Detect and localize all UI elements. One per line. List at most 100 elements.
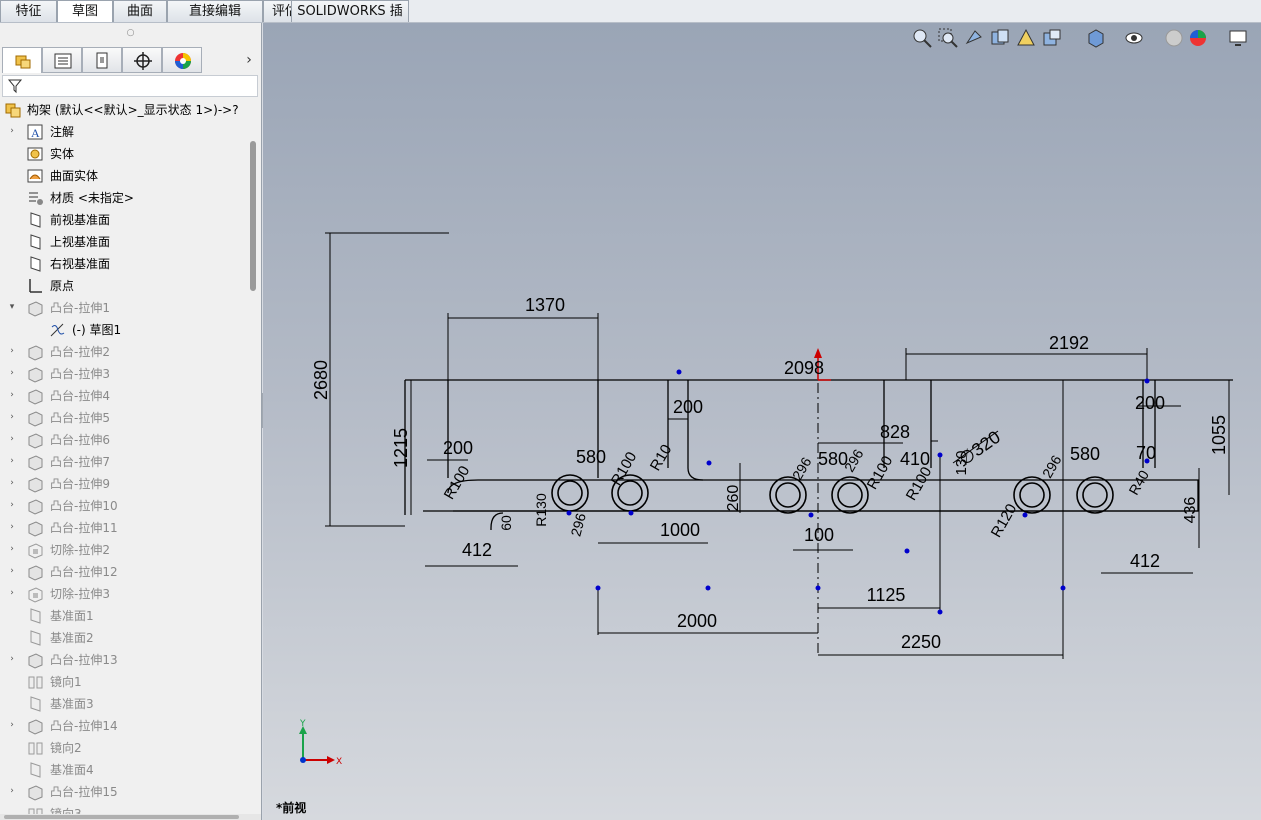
tree-item[interactable]: 基准面2 bbox=[0, 627, 245, 649]
tree-item[interactable]: › 切除-拉伸3 bbox=[0, 583, 245, 605]
dim-r40[interactable]: R40 bbox=[1125, 467, 1152, 497]
dim-r120[interactable]: R120 bbox=[988, 501, 1021, 541]
previous-view-icon[interactable] bbox=[963, 27, 985, 49]
dim-2192[interactable]: 2192 bbox=[1049, 333, 1089, 353]
tree-item[interactable]: › 切除-拉伸2 bbox=[0, 539, 245, 561]
dim-296-a[interactable]: 296 bbox=[567, 511, 589, 538]
tree-item[interactable]: (-) 草图1 bbox=[0, 319, 245, 341]
dimxpert-manager-tab[interactable] bbox=[122, 47, 162, 73]
zoom-area-icon[interactable] bbox=[937, 27, 959, 49]
tree-item[interactable]: ▾ 凸台-拉伸1 bbox=[0, 297, 245, 319]
expand-arrow-icon[interactable]: › bbox=[6, 345, 18, 357]
tree-item[interactable]: › 凸台-拉伸7 bbox=[0, 451, 245, 473]
tab-features[interactable]: 特征 bbox=[0, 0, 57, 22]
dim-580-left[interactable]: 580 bbox=[576, 447, 606, 467]
dim-60[interactable]: 60 bbox=[498, 515, 514, 531]
tree-item[interactable]: › 凸台-拉伸15 bbox=[0, 781, 245, 803]
dim-436[interactable]: 436 bbox=[1182, 497, 1199, 524]
tree-item[interactable]: › 凸台-拉伸12 bbox=[0, 561, 245, 583]
dynamic-annotation-icon[interactable] bbox=[1015, 27, 1037, 49]
dim-2680[interactable]: 2680 bbox=[311, 360, 331, 400]
tree-item[interactable]: › 凸台-拉伸2 bbox=[0, 341, 245, 363]
dim-1125[interactable]: 1125 bbox=[867, 585, 906, 605]
tree-item[interactable]: 镜向2 bbox=[0, 737, 245, 759]
dim-200-left[interactable]: 200 bbox=[443, 438, 473, 458]
tab-sketch[interactable]: 草图 bbox=[57, 0, 113, 22]
tree-scroll-thumb[interactable] bbox=[250, 141, 256, 291]
tree-item[interactable]: 材质 <未指定> bbox=[0, 187, 245, 209]
dim-r10[interactable]: R10 bbox=[647, 442, 675, 474]
expand-arrow-icon[interactable]: › bbox=[6, 125, 18, 137]
expand-arrow-icon[interactable]: › bbox=[6, 565, 18, 577]
expand-arrow-icon[interactable]: › bbox=[6, 543, 18, 555]
dim-2098[interactable]: 2098 bbox=[784, 358, 824, 378]
panel-grip[interactable]: ○ bbox=[0, 23, 261, 43]
sketch-drawing[interactable]: 2680 1370 2098 2192 200 200 200 828 1215… bbox=[263, 23, 1261, 820]
dim-1215[interactable]: 1215 bbox=[391, 428, 411, 468]
tree-item[interactable]: › 凸台-拉伸6 bbox=[0, 429, 245, 451]
tree-item[interactable]: 基准面1 bbox=[0, 605, 245, 627]
tree-item[interactable]: › 凸台-拉伸5 bbox=[0, 407, 245, 429]
dim-2250[interactable]: 2250 bbox=[901, 632, 941, 652]
tree-item[interactable]: 原点 bbox=[0, 275, 245, 297]
tree-item[interactable]: 基准面3 bbox=[0, 693, 245, 715]
tree-item[interactable]: 上视基准面 bbox=[0, 231, 245, 253]
view-settings-icon[interactable] bbox=[1227, 27, 1249, 49]
dim-1370[interactable]: 1370 bbox=[525, 295, 565, 315]
tree-vertical-scrollbar[interactable] bbox=[246, 99, 260, 814]
tree-item[interactable]: › A 注解 bbox=[0, 121, 245, 143]
expand-arrow-icon[interactable]: › bbox=[6, 499, 18, 511]
zoom-to-fit-icon[interactable] bbox=[911, 27, 933, 49]
tree-item[interactable]: 实体 bbox=[0, 143, 245, 165]
edit-appearance-icon[interactable] bbox=[1163, 27, 1185, 49]
tree-item[interactable]: › 凸台-拉伸13 bbox=[0, 649, 245, 671]
expand-arrow-icon[interactable]: › bbox=[6, 455, 18, 467]
tree-item[interactable]: › 凸台-拉伸10 bbox=[0, 495, 245, 517]
dim-70[interactable]: 70 bbox=[1136, 443, 1156, 463]
expand-arrow-icon[interactable]: › bbox=[6, 389, 18, 401]
display-style-icon[interactable] bbox=[1085, 27, 1107, 49]
tree-item[interactable]: › 凸台-拉伸9 bbox=[0, 473, 245, 495]
dim-412-left[interactable]: 412 bbox=[462, 540, 492, 560]
dim-260[interactable]: 260 bbox=[725, 485, 742, 512]
configuration-manager-tab[interactable] bbox=[82, 47, 122, 73]
display-manager-tab[interactable] bbox=[162, 47, 202, 73]
dim-2000[interactable]: 2000 bbox=[677, 611, 717, 631]
tab-direct-editing[interactable]: 直接编辑 bbox=[167, 0, 263, 22]
expand-arrow-icon[interactable]: › bbox=[6, 653, 18, 665]
expand-arrow-icon[interactable]: › bbox=[6, 521, 18, 533]
dim-1000[interactable]: 1000 bbox=[660, 520, 700, 540]
apply-scene-icon[interactable] bbox=[1187, 27, 1209, 49]
expand-arrow-icon[interactable]: › bbox=[6, 477, 18, 489]
expand-arrow-icon[interactable]: › bbox=[6, 433, 18, 445]
dim-412-right[interactable]: 412 bbox=[1130, 551, 1160, 571]
tree-item[interactable]: 镜向3 bbox=[0, 803, 245, 814]
tree-item[interactable]: › 凸台-拉伸11 bbox=[0, 517, 245, 539]
hide-show-icon[interactable] bbox=[1123, 27, 1145, 49]
expand-arrow-icon[interactable]: › bbox=[6, 411, 18, 423]
dim-200-mid[interactable]: 200 bbox=[673, 397, 703, 417]
tree-item[interactable]: 镜向1 bbox=[0, 671, 245, 693]
tree-item[interactable]: 曲面实体 bbox=[0, 165, 245, 187]
section-view-icon[interactable] bbox=[989, 27, 1011, 49]
expand-arrow-icon[interactable]: › bbox=[6, 719, 18, 731]
panel-more-arrow[interactable]: › bbox=[240, 52, 258, 70]
view-orientation-icon[interactable] bbox=[1041, 27, 1063, 49]
dim-r100-a[interactable]: R100 bbox=[441, 463, 474, 503]
feature-manager-tab[interactable] bbox=[2, 47, 42, 73]
tree-item[interactable]: 基准面4 bbox=[0, 759, 245, 781]
collapse-arrow-icon[interactable]: ▾ bbox=[6, 301, 18, 313]
tree-filter-field[interactable] bbox=[2, 75, 258, 97]
dim-200-right[interactable]: 200 bbox=[1135, 393, 1165, 413]
dim-r130[interactable]: R130 bbox=[533, 493, 549, 527]
dim-r100-d[interactable]: R100 bbox=[903, 464, 936, 504]
tree-item[interactable]: 右视基准面 bbox=[0, 253, 245, 275]
tab-solidworks-addins[interactable]: SOLIDWORKS 插件 bbox=[291, 0, 409, 40]
dim-130[interactable]: 130 bbox=[953, 450, 970, 475]
tree-item[interactable]: › 凸台-拉伸4 bbox=[0, 385, 245, 407]
dim-1055[interactable]: 1055 bbox=[1209, 415, 1229, 455]
property-manager-tab[interactable] bbox=[42, 47, 82, 73]
tree-root[interactable]: 构架 (默认<<默认>_显示状态 1>)->? bbox=[0, 99, 245, 121]
expand-arrow-icon[interactable]: › bbox=[6, 367, 18, 379]
expand-arrow-icon[interactable]: › bbox=[6, 587, 18, 599]
